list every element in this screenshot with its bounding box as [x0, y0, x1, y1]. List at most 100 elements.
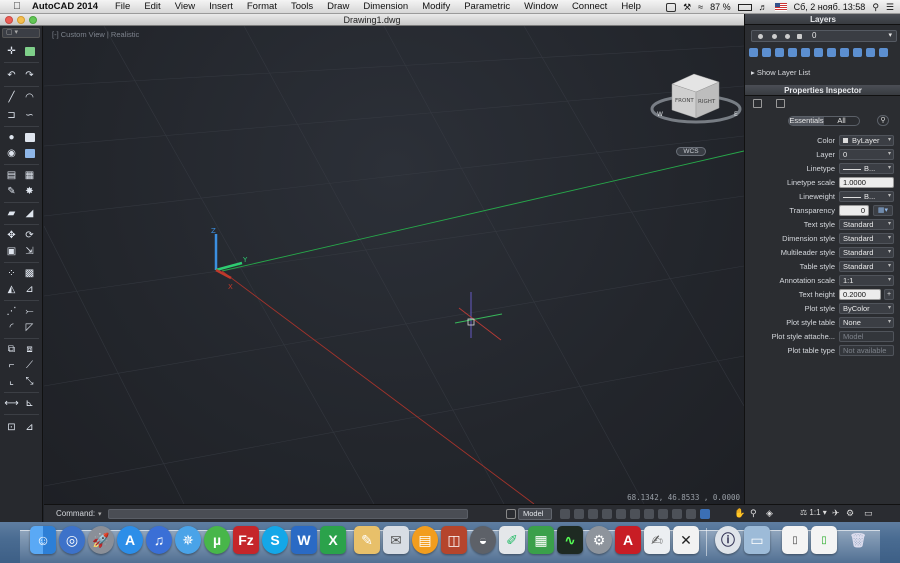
- menu-insert[interactable]: Insert: [209, 1, 233, 12]
- list-icon[interactable]: ☰: [886, 2, 894, 13]
- volume-icon[interactable]: ♬: [759, 2, 768, 12]
- menu-draw[interactable]: Draw: [327, 1, 349, 12]
- prop-linetype-value[interactable]: B... ▾: [839, 163, 894, 174]
- search-icon[interactable]: ⚲: [872, 2, 879, 13]
- circle-tool[interactable]: ●: [4, 130, 19, 144]
- move-tool[interactable]: ✥: [4, 228, 19, 242]
- dock-terminal-icon[interactable]: ✕: [673, 526, 699, 554]
- viewcube-right-label[interactable]: RIGHT: [698, 99, 716, 105]
- layer-icon-8[interactable]: [840, 48, 849, 57]
- truck-tool[interactable]: ▰: [4, 206, 19, 220]
- dock-unknown-icon[interactable]: ⓘ: [715, 526, 741, 554]
- layer-icon-3[interactable]: [775, 48, 784, 57]
- dock-safari-icon[interactable]: ✵: [175, 526, 201, 554]
- prop-text-height-field[interactable]: 0.2000: [839, 289, 881, 300]
- layer-icon-6[interactable]: [814, 48, 823, 57]
- current-layer-dropdown[interactable]: 0 ▾: [751, 30, 897, 42]
- chamfer-tool[interactable]: ◸: [22, 320, 37, 334]
- lwt-icon[interactable]: [672, 509, 682, 519]
- copy-tool[interactable]: ▣: [4, 244, 19, 258]
- align-tool[interactable]: ⤡: [22, 374, 37, 388]
- dock-mail-icon[interactable]: ✉: [383, 526, 409, 554]
- annotation-visibility-icon[interactable]: ✈: [832, 508, 840, 519]
- line-tool[interactable]: ╱: [4, 90, 19, 104]
- prop-dimension-style-value[interactable]: Standard ▾: [839, 233, 894, 244]
- measure-tool[interactable]: ⊿: [22, 420, 37, 434]
- erase-tool[interactable]: ◢: [22, 206, 37, 220]
- fillet-tool[interactable]: ◜: [4, 320, 19, 334]
- rectangle-tool[interactable]: [22, 130, 37, 144]
- arc-tool[interactable]: ◠: [22, 90, 37, 104]
- tpy-icon[interactable]: [686, 509, 696, 519]
- command-history-icon[interactable]: ▾: [98, 510, 102, 518]
- hatch-tool[interactable]: [22, 146, 37, 160]
- mirror-tool[interactable]: ◭: [4, 282, 19, 296]
- menu-edit[interactable]: Edit: [144, 1, 160, 12]
- dock-autocad-icon[interactable]: A: [615, 526, 641, 554]
- battery-text[interactable]: 87 %: [710, 2, 731, 12]
- prop-plot-style-table-value[interactable]: None ▾: [839, 317, 894, 328]
- model-button[interactable]: Model: [518, 508, 552, 520]
- menu-view[interactable]: View: [175, 1, 195, 12]
- clean-screen-icon[interactable]: ▭: [864, 508, 873, 519]
- ortho-icon[interactable]: [588, 509, 598, 519]
- dyn-icon[interactable]: [658, 509, 668, 519]
- pan-icon[interactable]: ✋: [734, 508, 745, 519]
- prop-lineweight-value[interactable]: B... ▾: [839, 191, 894, 202]
- dock-ibooks-icon[interactable]: ▤: [412, 526, 438, 554]
- brush-tool[interactable]: ✎: [4, 184, 19, 198]
- snap-icon[interactable]: [560, 509, 570, 519]
- zoom-extents-tool[interactable]: ⊡: [4, 420, 19, 434]
- view-label[interactable]: [-] Custom View | Realistic: [52, 30, 139, 39]
- layer-icon-2[interactable]: [762, 48, 771, 57]
- rotate-tool[interactable]: ⟳: [22, 228, 37, 242]
- dock-itunes-icon[interactable]: ♫: [146, 526, 172, 554]
- apple-icon[interactable]: : [10, 1, 24, 12]
- dimension-tool[interactable]: ⟷: [4, 396, 19, 410]
- prop-color-value[interactable]: ByLayer ▾: [839, 135, 894, 146]
- offset-tool[interactable]: ⧉: [4, 342, 19, 356]
- wrench-icon[interactable]: ⚒: [683, 2, 691, 13]
- annotation-scale-button[interactable]: ⚖ 1:1 ▾: [800, 508, 827, 517]
- join-tool[interactable]: ⧈: [22, 342, 37, 356]
- layer-icon-10[interactable]: [866, 48, 875, 57]
- array-tool[interactable]: ⁘: [4, 266, 19, 280]
- menu-tools[interactable]: Tools: [291, 1, 313, 12]
- wcs-menu[interactable]: WCS: [676, 147, 706, 156]
- menu-connect[interactable]: Connect: [572, 1, 607, 12]
- dock-skype-icon[interactable]: S: [262, 526, 288, 554]
- grid-array-tool[interactable]: ▩: [22, 266, 37, 280]
- dock-pages-icon[interactable]: ✐: [499, 526, 525, 554]
- insert-tool[interactable]: ▦: [22, 168, 37, 182]
- tab-essentials[interactable]: Essentials: [789, 117, 824, 125]
- layer-icon-5[interactable]: [801, 48, 810, 57]
- prop-table-style-value[interactable]: Standard ▾: [839, 261, 894, 272]
- menu-modify[interactable]: Modify: [422, 1, 450, 12]
- dock-activity-monitor-icon[interactable]: ∿: [557, 526, 583, 554]
- menu-file[interactable]: File: [115, 1, 130, 12]
- new-layer-icon[interactable]: [749, 48, 758, 57]
- otrack-icon[interactable]: [630, 509, 640, 519]
- dock-document-icon[interactable]: ▯: [782, 526, 808, 554]
- viewcube[interactable]: FRONT RIGHT W E: [650, 73, 742, 124]
- extend-tool[interactable]: ⤚: [22, 304, 37, 318]
- quick-tab-icon[interactable]: [776, 99, 785, 108]
- dock-dashboard-icon[interactable]: ◎: [59, 526, 85, 554]
- prop-annotation-scale-value[interactable]: 1:1 ▾: [839, 275, 894, 286]
- workspace-icon[interactable]: ⚙: [846, 508, 854, 519]
- break-tool[interactable]: ⌐: [4, 358, 19, 372]
- corner-tool[interactable]: ⌞: [4, 374, 19, 388]
- menu-parametric[interactable]: Parametric: [464, 1, 510, 12]
- dock-launchpad-icon[interactable]: 🚀: [88, 526, 114, 554]
- dock-photobooth-icon[interactable]: ◫: [441, 526, 467, 554]
- dock-excel-icon[interactable]: X: [320, 526, 346, 554]
- dock-finder-icon[interactable]: ☺: [30, 526, 56, 554]
- wifi-icon[interactable]: ≈: [698, 2, 703, 12]
- tool-palette-menu[interactable]: ▢ ▾: [2, 28, 40, 38]
- trim-tool[interactable]: ⋰: [4, 304, 19, 318]
- pick-point-icon[interactable]: +: [884, 289, 894, 300]
- prop-multileader-style-value[interactable]: Standard ▾: [839, 247, 894, 258]
- spline-tool[interactable]: ∽: [22, 108, 37, 122]
- dock-photos-icon[interactable]: ▦: [528, 526, 554, 554]
- redo-icon[interactable]: ↷: [22, 68, 37, 82]
